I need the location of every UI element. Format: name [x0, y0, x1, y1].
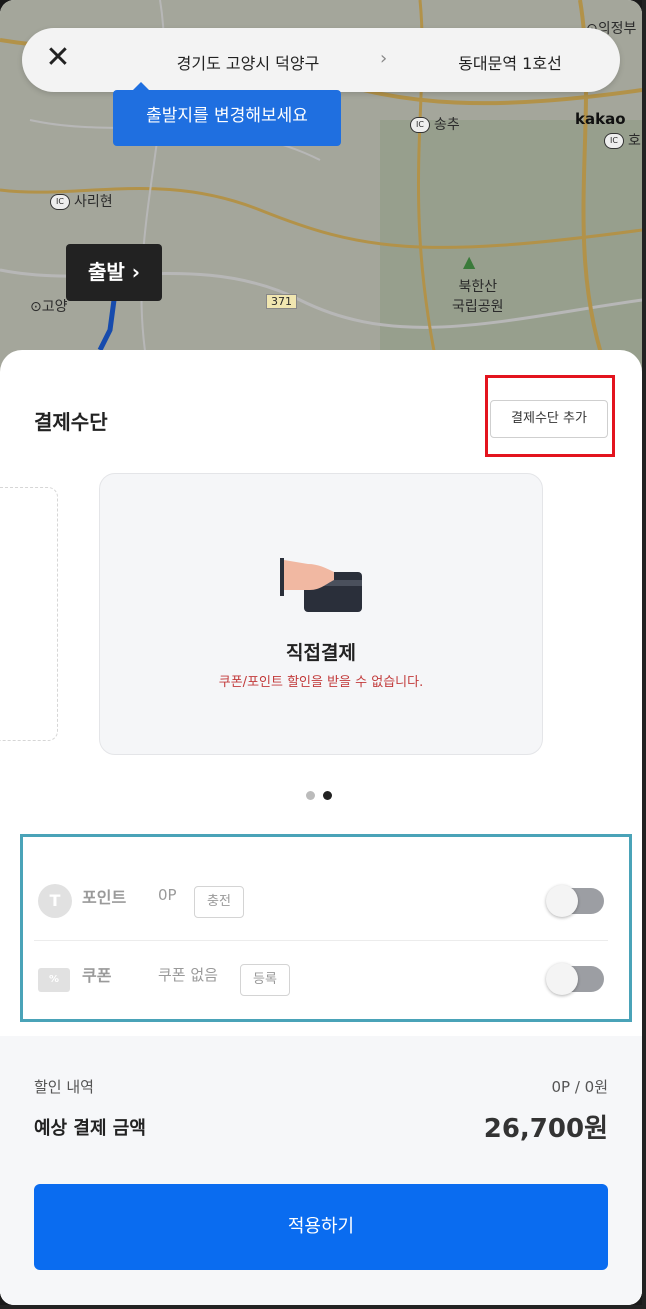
- point-row: T 포인트 0P 충전: [38, 872, 608, 932]
- payment-method-title: 결제수단: [34, 410, 108, 434]
- destination-label[interactable]: 동대문역 1호선: [410, 50, 610, 74]
- payment-card-direct[interactable]: 직접결제 쿠폰/포인트 할인을 받을 수 없습니다.: [99, 473, 543, 755]
- carousel-pager: [306, 785, 340, 804]
- divider: [34, 940, 608, 941]
- map-label-songchu: IC 송추: [410, 114, 460, 134]
- discount-value: 0P / 0원: [551, 1078, 608, 1096]
- coupon-value: 쿠폰 없음: [158, 966, 218, 984]
- estimated-amount-value: 26,700원: [483, 1114, 608, 1144]
- charge-button[interactable]: 충전: [194, 886, 244, 918]
- map-label-goyang: ⊙고양: [30, 299, 68, 315]
- coupon-row: % 쿠폰 쿠폰 없음 등록: [38, 950, 608, 1010]
- coupon-label: 쿠폰: [82, 966, 112, 985]
- route-search-bar[interactable]: ✕ 경기도 고양시 덕양구 › 동대문역 1호선: [22, 28, 620, 92]
- toggle-knob: [546, 885, 578, 917]
- hand-card-icon: [280, 558, 362, 612]
- ic-icon: IC: [604, 133, 624, 149]
- apply-button[interactable]: 적용하기: [34, 1184, 608, 1270]
- register-coupon-button[interactable]: 등록: [240, 964, 290, 996]
- card-title: 직접결제: [286, 642, 356, 664]
- app-frame: ⊙의정부 IC송추 IC사리현 ⊙고양 371 ▲ 북한산국립공원 IC호 ka…: [0, 0, 642, 1305]
- map-label-bukhansan: 북한산 국립공원: [452, 279, 504, 315]
- estimated-amount-label: 예상 결제 금액: [34, 1118, 146, 1139]
- map-label-ho: IC 호: [604, 130, 641, 150]
- point-icon: T: [38, 884, 72, 918]
- coupon-icon: %: [38, 968, 70, 992]
- frame-shadow-right: [642, 0, 646, 1309]
- payment-summary: 할인 내역 0P / 0원 예상 결제 금액 26,700원 적용하기: [0, 1036, 642, 1305]
- tree-icon: ▲: [463, 252, 476, 271]
- point-toggle[interactable]: [546, 885, 604, 917]
- map-view[interactable]: ⊙의정부 IC송추 IC사리현 ⊙고양 371 ▲ 북한산국립공원 IC호 ka…: [0, 0, 642, 380]
- close-icon[interactable]: ✕: [44, 43, 72, 73]
- pager-dot[interactable]: [306, 791, 315, 800]
- discount-label: 할인 내역: [34, 1078, 94, 1096]
- chevron-right-icon: ›: [380, 48, 388, 69]
- card-warning: 쿠폰/포인트 할인을 받을 수 없습니다.: [218, 675, 424, 690]
- pager-dot-active[interactable]: [323, 791, 332, 800]
- point-label: 포인트: [82, 888, 127, 907]
- toggle-knob: [546, 963, 578, 995]
- coupon-toggle[interactable]: [546, 963, 604, 995]
- add-payment-method-button[interactable]: 결제수단 추가: [490, 400, 608, 438]
- ic-icon: IC: [50, 194, 70, 210]
- kakao-logo: kakao: [575, 110, 626, 128]
- ic-icon: IC: [410, 117, 430, 133]
- map-label-road-371: 371: [266, 294, 297, 309]
- map-label-sarihyeon: IC 사리현: [50, 191, 113, 211]
- origin-label[interactable]: 경기도 고양시 덕양구: [148, 50, 348, 74]
- payment-sheet: 결제수단 결제수단 추가 직접결제 쿠폰/포인트 할인을 받을 수 없습니다. …: [0, 350, 642, 1305]
- point-value: 0P: [158, 886, 177, 904]
- frame-shadow-bottom: [0, 1305, 646, 1309]
- payment-card-previous[interactable]: [0, 487, 58, 741]
- change-origin-tooltip: 출발지를 변경해보세요: [113, 82, 341, 146]
- start-marker-button[interactable]: 출발 ›: [66, 244, 162, 301]
